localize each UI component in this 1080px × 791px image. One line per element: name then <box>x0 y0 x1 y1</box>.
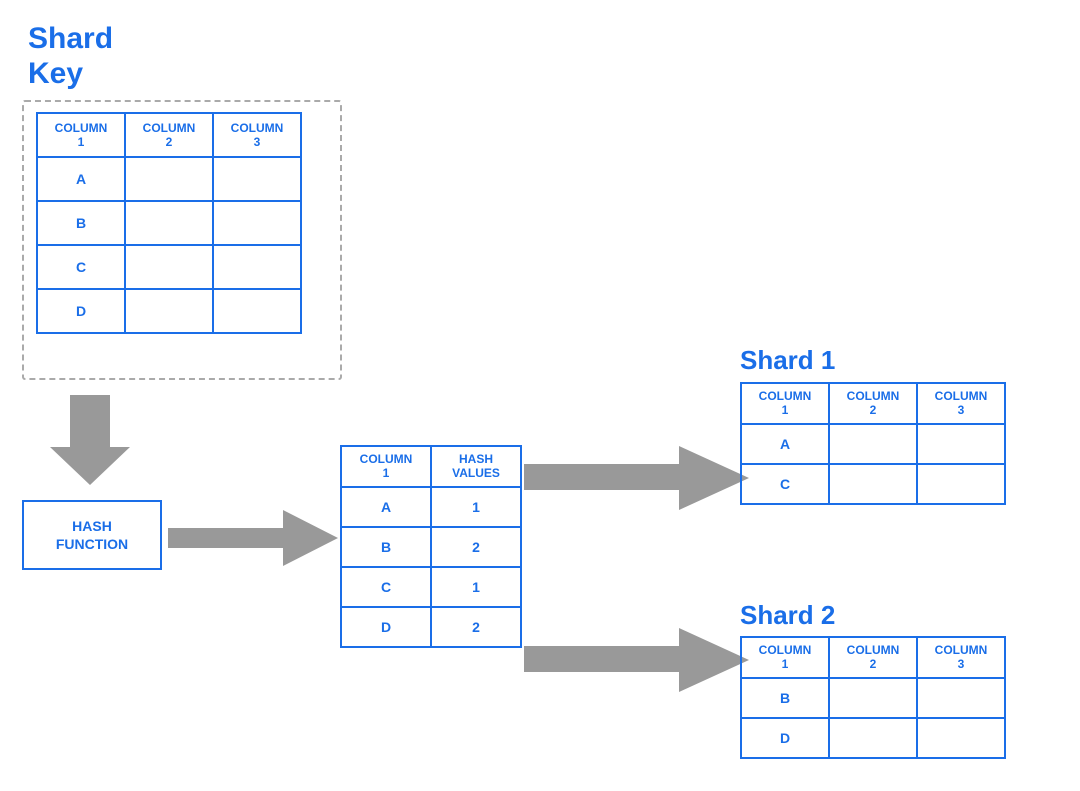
source-row-b-col2 <box>125 201 213 245</box>
hash-row-d-val: 2 <box>431 607 521 647</box>
shard2-row-d-col1: D <box>741 718 829 758</box>
shard1-col2-header: COLUMN2 <box>829 383 917 424</box>
shard2-col1-header: COLUMN1 <box>741 637 829 678</box>
shard2-table: COLUMN1 COLUMN2 COLUMN3 B D <box>740 636 1006 759</box>
hash-row-c-val: 1 <box>431 567 521 607</box>
shard2-title: Shard 2 <box>740 600 835 631</box>
hash-row-d-col: D <box>341 607 431 647</box>
source-col2-header: COLUMN2 <box>125 113 213 157</box>
hash-row-a-val: 1 <box>431 487 521 527</box>
hash-function-box: HASHFUNCTION <box>22 500 162 570</box>
hash-row-b-col: B <box>341 527 431 567</box>
source-row-a-col1: A <box>37 157 125 201</box>
shard2-row-d-col3 <box>917 718 1005 758</box>
source-row-a-col3 <box>213 157 301 201</box>
shard-key-title: ShardKey <box>28 22 113 91</box>
shard2-row-b-col2 <box>829 678 917 718</box>
source-row-b-col1: B <box>37 201 125 245</box>
shard2-row-b-col1: B <box>741 678 829 718</box>
source-row-c-col2 <box>125 245 213 289</box>
source-row-c-col3 <box>213 245 301 289</box>
source-row-c-col1: C <box>37 245 125 289</box>
shard1-col1-header: COLUMN1 <box>741 383 829 424</box>
hash-values-table: COLUMN1 HASHVALUES A 1 B 2 C 1 D 2 <box>340 445 522 648</box>
arrow-to-shard2 <box>524 628 754 698</box>
shard2-col2-header: COLUMN2 <box>829 637 917 678</box>
source-row-b-col3 <box>213 201 301 245</box>
shard1-table: COLUMN1 COLUMN2 COLUMN3 A C <box>740 382 1006 505</box>
source-row-a-col2 <box>125 157 213 201</box>
shard2-col3-header: COLUMN3 <box>917 637 1005 678</box>
hash-row-c-col: C <box>341 567 431 607</box>
shard1-title: Shard 1 <box>740 345 835 376</box>
arrow-hashfn-to-hashtable <box>168 510 343 570</box>
source-table: COLUMN1 COLUMN2 COLUMN3 A B C D <box>36 112 302 334</box>
shard1-row-c-col3 <box>917 464 1005 504</box>
hash-values-header: HASHVALUES <box>431 446 521 487</box>
shard1-row-a-col2 <box>829 424 917 464</box>
source-row-d-col1: D <box>37 289 125 333</box>
shard2-row-d-col2 <box>829 718 917 758</box>
shard1-row-a-col1: A <box>741 424 829 464</box>
source-col1-header: COLUMN1 <box>37 113 125 157</box>
arrow-to-shard1 <box>524 446 754 516</box>
shard1-row-c-col2 <box>829 464 917 504</box>
hash-row-b-val: 2 <box>431 527 521 567</box>
source-row-d-col3 <box>213 289 301 333</box>
down-arrow <box>50 395 130 490</box>
shard1-col3-header: COLUMN3 <box>917 383 1005 424</box>
hash-col1-header: COLUMN1 <box>341 446 431 487</box>
source-row-d-col2 <box>125 289 213 333</box>
shard1-row-a-col3 <box>917 424 1005 464</box>
source-col3-header: COLUMN3 <box>213 113 301 157</box>
hash-row-a-col: A <box>341 487 431 527</box>
shard1-row-c-col1: C <box>741 464 829 504</box>
shard2-row-b-col3 <box>917 678 1005 718</box>
